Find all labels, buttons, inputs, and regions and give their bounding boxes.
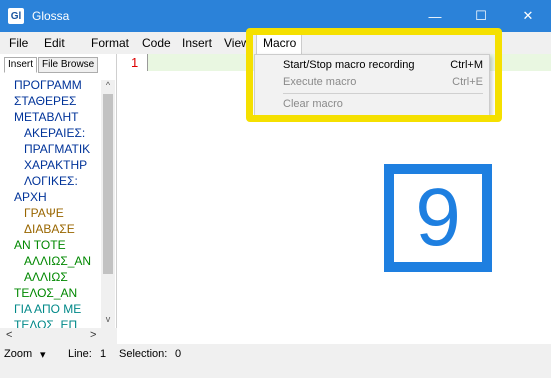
menu-insert[interactable]: Insert (182, 36, 212, 50)
tree-item[interactable]: ΧΑΡΑΚΤΗΡ (6, 158, 102, 174)
tree-item[interactable]: ΓΡΑΨΕ (6, 206, 102, 222)
tree-item[interactable]: ΛΟΓΙΚΕΣ: (6, 174, 102, 190)
tree-item[interactable]: ΜΕΤΑΒΛΗΤ (6, 110, 102, 126)
scroll-down-icon[interactable]: v (103, 314, 113, 326)
side-panel: Insert File Browse ΠΡΟΓΡΑΜΜ ΣΤΑΘΕΡΕΣ ΜΕΤΑΒ… (0, 54, 117, 344)
menu-file[interactable]: File (9, 36, 28, 50)
zoom-label[interactable]: Zoom (4, 348, 32, 360)
tab-file-browse[interactable]: File Browse (38, 57, 99, 73)
tree-item[interactable]: ΣΤΑΘΕΡΕΣ (6, 94, 102, 110)
app-logo-icon: Gl (8, 8, 24, 24)
line-label: Line: (68, 348, 92, 360)
step-number-badge: 9 (384, 164, 492, 272)
menu-format[interactable]: Format (91, 36, 129, 50)
selection-value: 0 (175, 348, 182, 360)
tree-item[interactable]: ΔΙΑΒΑΣΕ (6, 222, 102, 238)
tree-item[interactable]: ΑΚΕΡΑΙΕΣ: (6, 126, 102, 142)
scroll-right-icon[interactable]: > (90, 329, 96, 341)
highlight-tab (252, 31, 306, 58)
tree-item[interactable]: ΠΡΑΓΜΑΤΙΚ (6, 142, 102, 158)
tree-item[interactable]: ΠΡΟΓΡΑΜΜ (6, 78, 102, 94)
zoom-caret-icon[interactable]: ▾ (40, 348, 46, 361)
scroll-left-icon[interactable]: < (6, 329, 12, 341)
scrollbar-thumb[interactable] (103, 94, 113, 274)
line-number: 1 (131, 55, 139, 70)
line-gutter: 1 (113, 54, 147, 70)
menu-code[interactable]: Code (142, 36, 171, 50)
tree-vertical-scrollbar[interactable]: ^ v (101, 80, 115, 328)
tree-horizontal-scrollbar[interactable]: < > (0, 328, 117, 344)
tree-item[interactable]: ΓΙΑ ΑΠΟ ΜΕ (6, 302, 102, 318)
close-button[interactable]: ✕ (505, 0, 551, 32)
tree-item[interactable]: ΑΛΛΙΩΣ_ΑΝ (6, 254, 102, 270)
scroll-up-icon[interactable]: ^ (103, 80, 113, 92)
tree-item[interactable]: ΑΝ ΤΟΤΕ (6, 238, 102, 254)
menu-edit[interactable]: Edit (44, 36, 65, 50)
line-value: 1 (100, 348, 107, 360)
window-title: Glossa (32, 9, 70, 23)
selection-label: Selection: (119, 348, 168, 360)
tree-item[interactable]: ΑΡΧΗ (6, 190, 102, 206)
status-bar: Zoom ▾ Line: 1 Selection: 0 (0, 344, 551, 364)
tab-insert[interactable]: Insert (4, 57, 38, 73)
tree-item[interactable]: ΤΕΛΟΣ_ΑΝ (6, 286, 102, 302)
tree-item[interactable]: ΑΛΛΙΩΣ (6, 270, 102, 286)
